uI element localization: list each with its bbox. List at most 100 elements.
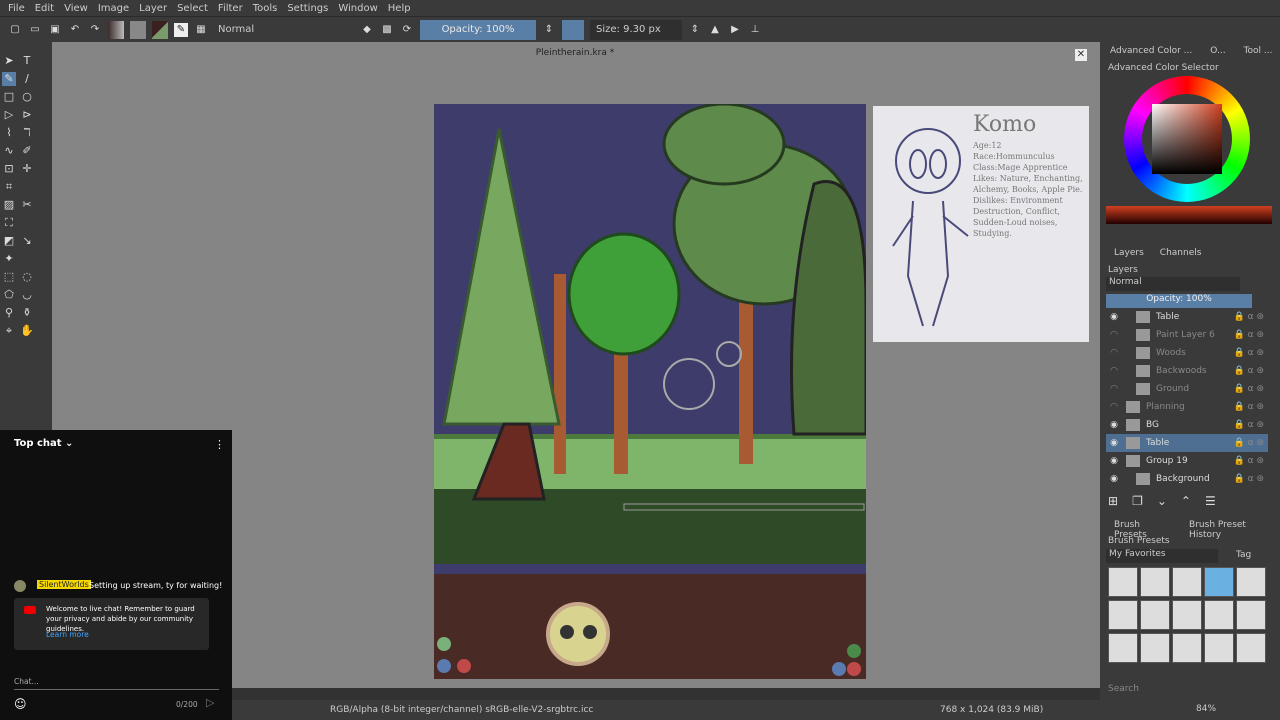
similar-select-tool-icon[interactable]: ⚲: [2, 306, 16, 320]
add-layer-icon[interactable]: ⊞: [1108, 494, 1118, 508]
measure-tool-icon[interactable]: ↘: [20, 234, 34, 248]
opacity-stepper[interactable]: ⇕: [542, 23, 556, 37]
pan-tool-icon[interactable]: ✋: [20, 324, 34, 338]
brush-preset[interactable]: [1204, 567, 1234, 597]
layer-row[interactable]: ◠ Backwoods 🔒 α ⊛: [1106, 362, 1268, 380]
menu-edit[interactable]: Edit: [35, 3, 54, 14]
mirror-horizontal-icon[interactable]: ▲: [708, 23, 722, 37]
brush-preset[interactable]: [1108, 600, 1138, 630]
bezier-tool-icon[interactable]: ⌇: [2, 126, 16, 140]
ellipse-tool-icon[interactable]: ○: [20, 90, 34, 104]
move-tool-icon[interactable]: ✛: [20, 162, 34, 176]
brush-tool-icon[interactable]: ✎: [2, 72, 16, 86]
brush-preset[interactable]: [1236, 633, 1266, 663]
lock-alpha-icons[interactable]: 🔒 α ⊛: [1234, 384, 1268, 394]
brush-preset[interactable]: [1236, 600, 1266, 630]
alpha-lock-icon[interactable]: ▩: [380, 23, 394, 37]
tab-tool-[interactable]: Tool ...: [1244, 46, 1273, 56]
layer-opacity-slider[interactable]: Opacity: 100%: [1106, 294, 1252, 308]
menu-tools[interactable]: Tools: [253, 3, 278, 14]
lock-alpha-icons[interactable]: 🔒 α ⊛: [1234, 438, 1268, 448]
menu-layer[interactable]: Layer: [139, 3, 167, 14]
menu-image[interactable]: Image: [98, 3, 129, 14]
eraser-icon[interactable]: ◆: [360, 23, 374, 37]
save-icon[interactable]: ▣: [48, 23, 62, 37]
eye-hidden-icon[interactable]: ◠: [1106, 330, 1122, 340]
brush-preset[interactable]: [1108, 567, 1138, 597]
brush-preset[interactable]: [1204, 600, 1234, 630]
eye-hidden-icon[interactable]: ◠: [1106, 384, 1122, 394]
opacity-slider[interactable]: Opacity: 100%: [420, 19, 536, 40]
transform-tool-icon[interactable]: ⊡: [2, 162, 16, 176]
rect-select-tool-icon[interactable]: ⬚: [2, 270, 16, 284]
redo-icon[interactable]: ↷: [88, 23, 102, 37]
text-tool-icon[interactable]: T: [20, 54, 34, 68]
menu-settings[interactable]: Settings: [287, 3, 328, 14]
dynamic-brush-tool-icon[interactable]: ∿: [2, 144, 16, 158]
chat-author[interactable]: SilentWorlds: [37, 580, 91, 589]
layer-row[interactable]: ◉ Group 19 🔒 α ⊛: [1106, 452, 1268, 470]
brush-filter-select[interactable]: My Favorites: [1106, 549, 1218, 563]
eye-icon[interactable]: ◉: [1106, 438, 1122, 448]
brush-preset-icon[interactable]: ✎: [174, 22, 188, 37]
freehand-path-tool-icon[interactable]: ℸ: [20, 126, 34, 140]
polygon-tool-icon[interactable]: ▷: [2, 108, 16, 122]
wrap-around-icon[interactable]: ⊥: [748, 23, 762, 37]
zoom-level[interactable]: 84%: [1196, 704, 1216, 714]
brush-preset[interactable]: [1172, 567, 1202, 597]
brush-settings-icon[interactable]: ▦: [194, 23, 208, 37]
emoji-icon[interactable]: ☺: [14, 697, 27, 711]
polygon-select-tool-icon[interactable]: ⬠: [2, 288, 16, 302]
lock-alpha-icons[interactable]: 🔒 α ⊛: [1234, 456, 1268, 466]
layer-row[interactable]: ◉ Background 🔒 α ⊛: [1106, 470, 1268, 488]
layer-row[interactable]: ◉ Table 🔒 α ⊛: [1106, 308, 1268, 326]
open-folder-icon[interactable]: ▭: [28, 23, 42, 37]
chat-input[interactable]: Chat...: [14, 677, 219, 690]
menu-window[interactable]: Window: [338, 3, 377, 14]
multibrush-tool-icon[interactable]: ✐: [20, 144, 34, 158]
menu-file[interactable]: File: [8, 3, 25, 14]
fill-tool-icon[interactable]: ⛶: [2, 216, 16, 230]
tab-o-[interactable]: O...: [1210, 46, 1225, 56]
brush-preset[interactable]: [1172, 600, 1202, 630]
saturation-value-square[interactable]: [1152, 104, 1222, 174]
reference-image[interactable]: Komo Age:12 Race:Hommunculus Class:Mage App…: [873, 106, 1089, 342]
layer-row[interactable]: ◠ Planning 🔒 α ⊛: [1106, 398, 1268, 416]
brush-search-input[interactable]: Search: [1108, 684, 1139, 694]
send-icon[interactable]: ▷: [206, 696, 214, 709]
size-stepper[interactable]: ⇕: [688, 23, 702, 37]
pattern-swatch[interactable]: [130, 20, 146, 39]
move-down-icon[interactable]: ⌄: [1157, 494, 1167, 508]
layer-row[interactable]: ◠ Paint Layer 6 🔒 α ⊛: [1106, 326, 1268, 344]
gradient-swatch[interactable]: [108, 20, 124, 39]
layer-row[interactable]: ◠ Woods 🔒 α ⊛: [1106, 344, 1268, 362]
assistant-tool-icon[interactable]: ◩: [2, 234, 16, 248]
size-slider[interactable]: Size: 9.30 px: [590, 19, 682, 40]
brush-preset[interactable]: [1236, 567, 1266, 597]
contiguous-select-tool-icon[interactable]: ⚱: [20, 306, 34, 320]
tab-brush-preset-history[interactable]: Brush Preset History: [1189, 520, 1280, 540]
select-tool-icon[interactable]: ➤: [2, 54, 16, 68]
crop-tool-icon[interactable]: ⌗: [2, 180, 16, 194]
eye-hidden-icon[interactable]: ◠: [1106, 348, 1122, 358]
lock-alpha-icons[interactable]: 🔒 α ⊛: [1234, 348, 1268, 358]
move-up-icon[interactable]: ⌃: [1181, 494, 1191, 508]
menu-select[interactable]: Select: [177, 3, 208, 14]
blend-mode-select[interactable]: Normal: [214, 21, 354, 39]
brush-preset[interactable]: [1140, 633, 1170, 663]
rectangle-tool-icon[interactable]: □: [2, 90, 16, 104]
reference-tool-icon[interactable]: ✦: [2, 252, 16, 266]
eye-hidden-icon[interactable]: ◠: [1106, 402, 1122, 412]
lock-alpha-icons[interactable]: 🔒 α ⊛: [1234, 402, 1268, 412]
lock-alpha-icons[interactable]: 🔒 α ⊛: [1234, 420, 1268, 430]
tab-advanced-color-[interactable]: Advanced Color ...: [1110, 46, 1192, 56]
brush-preset[interactable]: [1140, 567, 1170, 597]
layer-row[interactable]: ◉ BG 🔒 α ⊛: [1106, 416, 1268, 434]
undo-icon[interactable]: ↶: [68, 23, 82, 37]
eye-hidden-icon[interactable]: ◠: [1106, 366, 1122, 376]
mirror-vertical-icon[interactable]: ▶: [728, 23, 742, 37]
close-document-icon[interactable]: ✕: [1075, 49, 1087, 61]
duplicate-layer-icon[interactable]: ❐: [1132, 494, 1143, 508]
color-history-strip[interactable]: [1106, 206, 1272, 224]
lock-alpha-icons[interactable]: 🔒 α ⊛: [1234, 474, 1268, 484]
